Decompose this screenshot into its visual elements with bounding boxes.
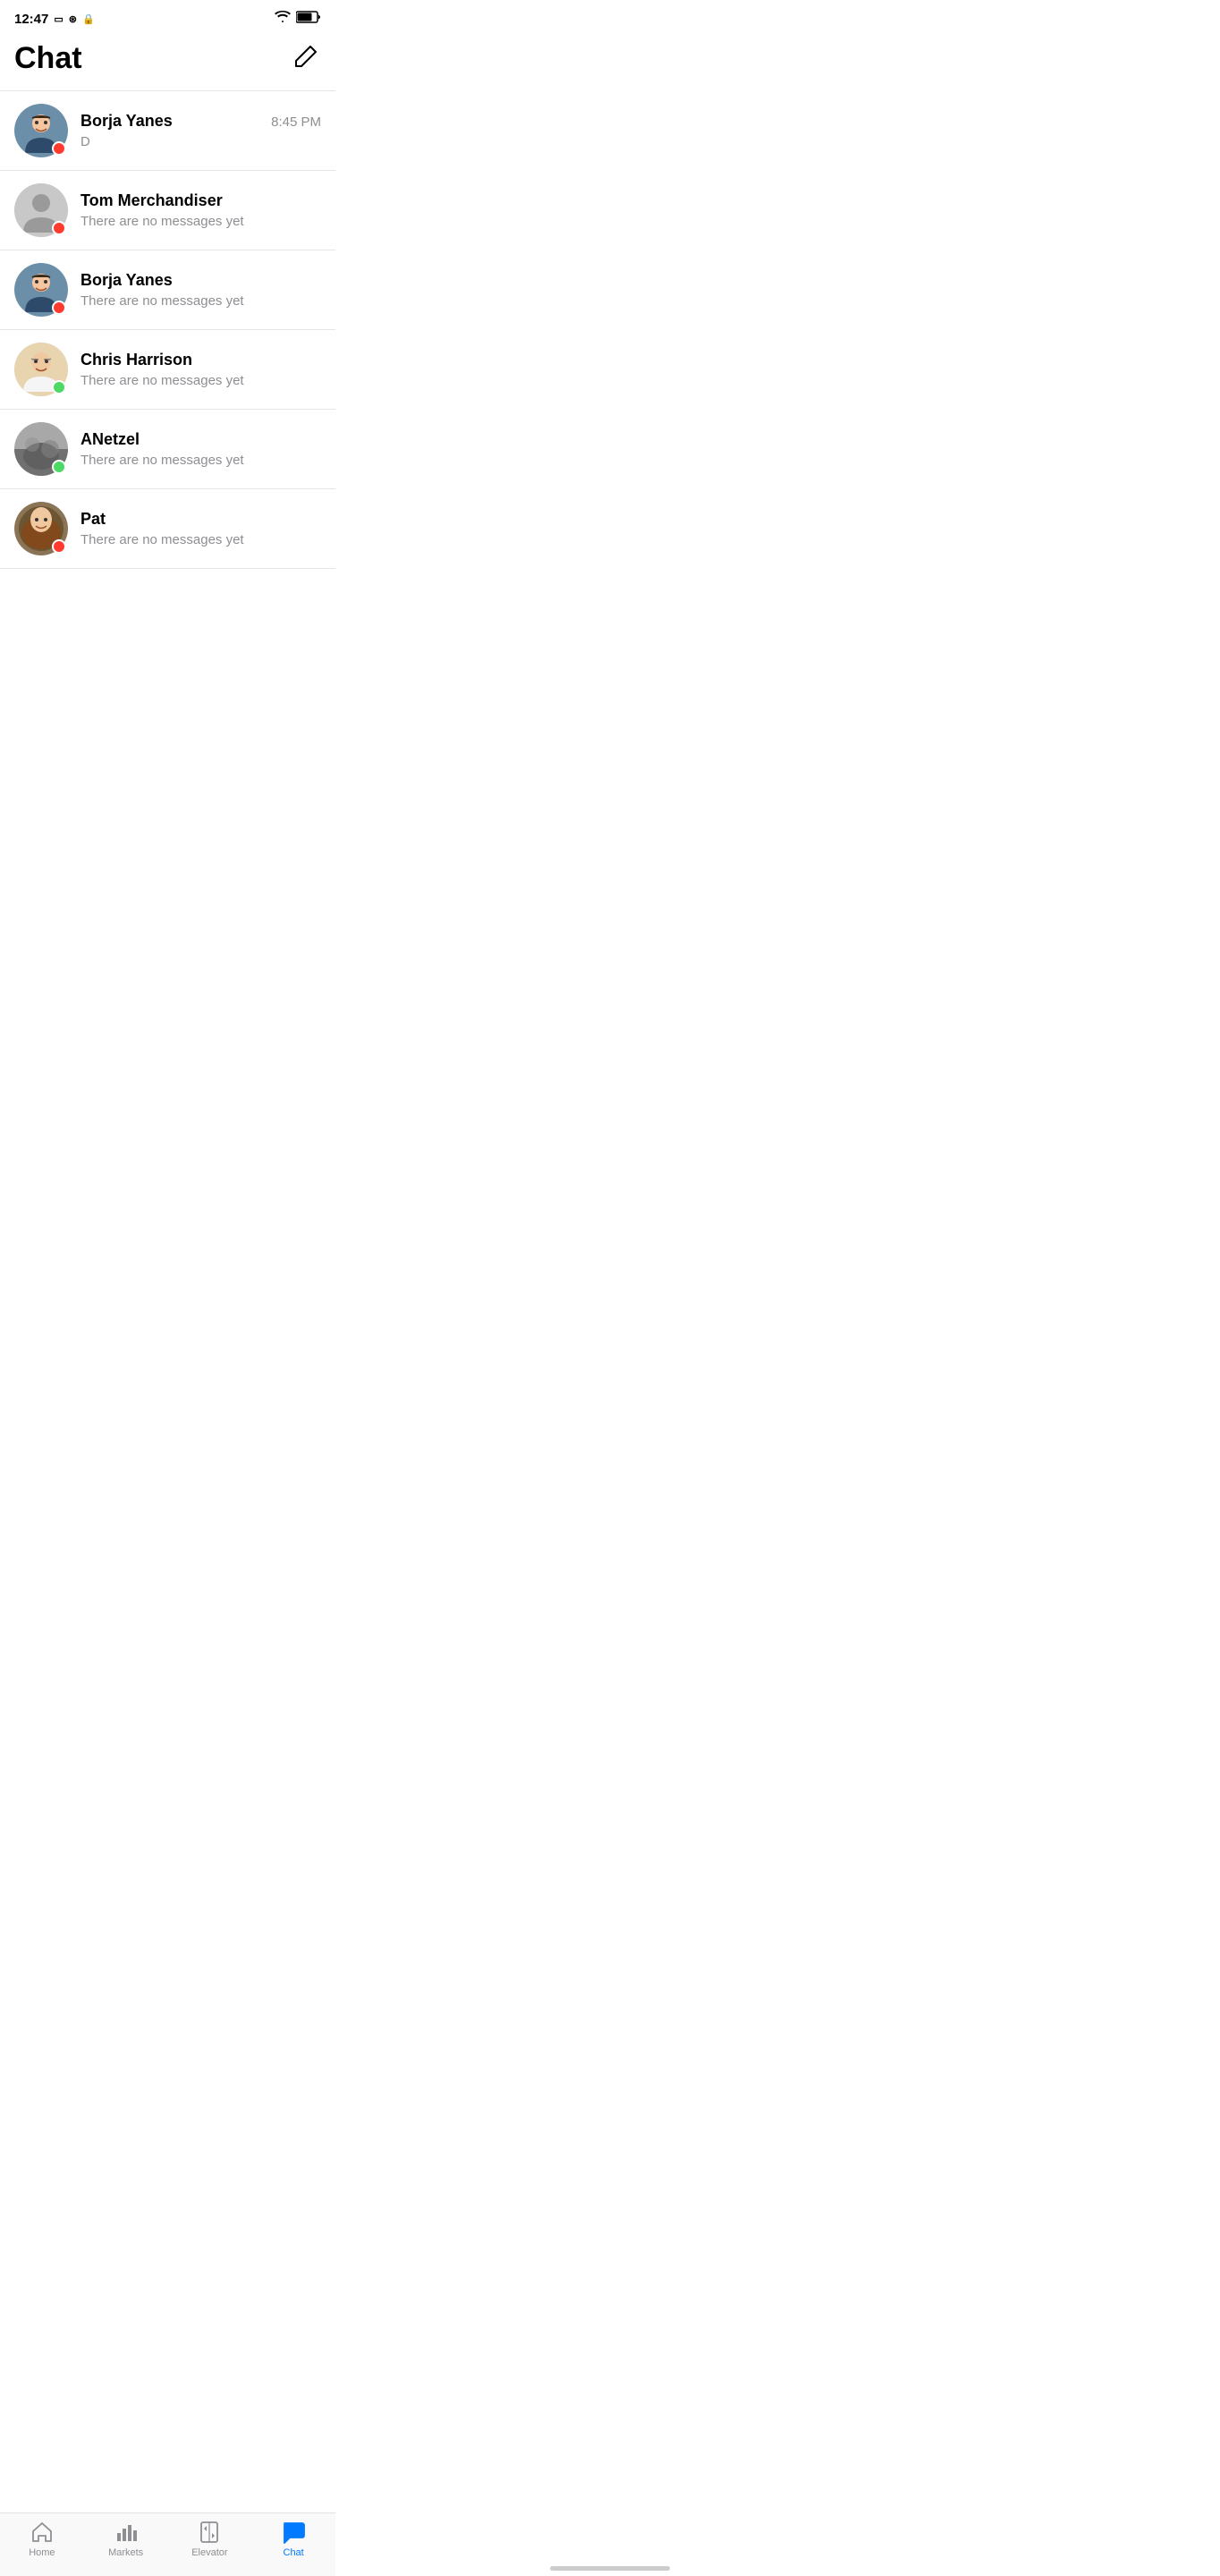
chat-name: Borja Yanes xyxy=(80,112,173,131)
avatar-wrapper xyxy=(14,263,68,317)
bottom-nav: Home Markets Elevator Chat xyxy=(0,2512,335,2576)
chat-label: Chat xyxy=(284,2547,304,2558)
avatar-wrapper xyxy=(14,502,68,555)
status-time: 12:47 xyxy=(14,12,48,27)
status-dot xyxy=(52,141,66,156)
chat-preview: There are no messages yet xyxy=(80,293,321,309)
status-bar: 12:47 ▭ ⊛ 🔒 xyxy=(0,0,335,34)
chat-name: Pat xyxy=(80,510,106,529)
chat-name-row: Pat xyxy=(80,510,321,529)
avatar-wrapper xyxy=(14,343,68,396)
sim-icon: ▭ xyxy=(54,13,63,25)
chat-name: Tom Merchandiser xyxy=(80,191,223,210)
status-bar-right xyxy=(275,11,321,27)
markets-label: Markets xyxy=(108,2547,143,2558)
chat-info: Tom Merchandiser There are no messages y… xyxy=(80,191,321,229)
chat-info: Chris Harrison There are no messages yet xyxy=(80,351,321,388)
chat-name: Borja Yanes xyxy=(80,271,173,290)
chat-item-chris[interactable]: Chris Harrison There are no messages yet xyxy=(0,330,335,410)
chat-preview: There are no messages yet xyxy=(80,453,321,468)
compose-icon xyxy=(292,45,318,70)
chat-preview: D xyxy=(80,134,321,149)
battery-icon xyxy=(296,11,321,27)
chat-item-anetzel[interactable]: ANetzel There are no messages yet xyxy=(0,410,335,489)
status-dot xyxy=(52,460,66,474)
chat-item-tom[interactable]: Tom Merchandiser There are no messages y… xyxy=(0,171,335,250)
chat-preview: There are no messages yet xyxy=(80,214,321,229)
chat-preview: There are no messages yet xyxy=(80,373,321,388)
chat-info: Borja Yanes There are no messages yet xyxy=(80,271,321,309)
chat-icon xyxy=(282,2521,305,2544)
markets-icon xyxy=(114,2521,138,2544)
chat-preview: There are no messages yet xyxy=(80,532,321,547)
nav-item-chat[interactable]: Chat xyxy=(267,2521,320,2558)
home-icon xyxy=(30,2521,54,2544)
status-dot xyxy=(52,221,66,235)
chat-name-row: Borja Yanes xyxy=(80,271,321,290)
chat-item-borja1[interactable]: Borja Yanes 8:45 PM D xyxy=(0,91,335,171)
status-dot xyxy=(52,539,66,554)
chat-time: 8:45 PM xyxy=(271,114,321,130)
avatar-wrapper xyxy=(14,104,68,157)
nav-item-markets[interactable]: Markets xyxy=(99,2521,153,2558)
chat-info: ANetzel There are no messages yet xyxy=(80,430,321,468)
chat-item-borja2[interactable]: Borja Yanes There are no messages yet xyxy=(0,250,335,330)
home-indicator xyxy=(550,2566,670,2571)
status-dot xyxy=(52,380,66,394)
compose-button[interactable] xyxy=(289,41,321,76)
chat-name-row: Borja Yanes 8:45 PM xyxy=(80,112,321,131)
chat-name-row: Tom Merchandiser xyxy=(80,191,321,210)
home-label: Home xyxy=(29,2547,55,2558)
elevator-icon xyxy=(198,2521,221,2544)
chat-name-row: Chris Harrison xyxy=(80,351,321,369)
chat-name: ANetzel xyxy=(80,430,140,449)
chat-list: Borja Yanes 8:45 PM D Tom Merchandiser T… xyxy=(0,91,335,569)
status-bar-left: 12:47 ▭ ⊛ 🔒 xyxy=(14,12,95,27)
chat-name-row: ANetzel xyxy=(80,430,321,449)
lock-icon: 🔒 xyxy=(82,13,95,25)
compass-icon: ⊛ xyxy=(69,13,77,25)
status-dot xyxy=(52,301,66,315)
page-title: Chat xyxy=(14,41,82,76)
chat-header: Chat xyxy=(0,34,335,91)
avatar-wrapper xyxy=(14,183,68,237)
elevator-label: Elevator xyxy=(191,2547,227,2558)
nav-item-home[interactable]: Home xyxy=(15,2521,69,2558)
wifi-icon xyxy=(275,11,291,27)
chat-name: Chris Harrison xyxy=(80,351,192,369)
chat-info: Pat There are no messages yet xyxy=(80,510,321,547)
avatar-wrapper xyxy=(14,422,68,476)
nav-item-elevator[interactable]: Elevator xyxy=(182,2521,236,2558)
chat-item-pat[interactable]: Pat There are no messages yet xyxy=(0,489,335,569)
chat-info: Borja Yanes 8:45 PM D xyxy=(80,112,321,149)
